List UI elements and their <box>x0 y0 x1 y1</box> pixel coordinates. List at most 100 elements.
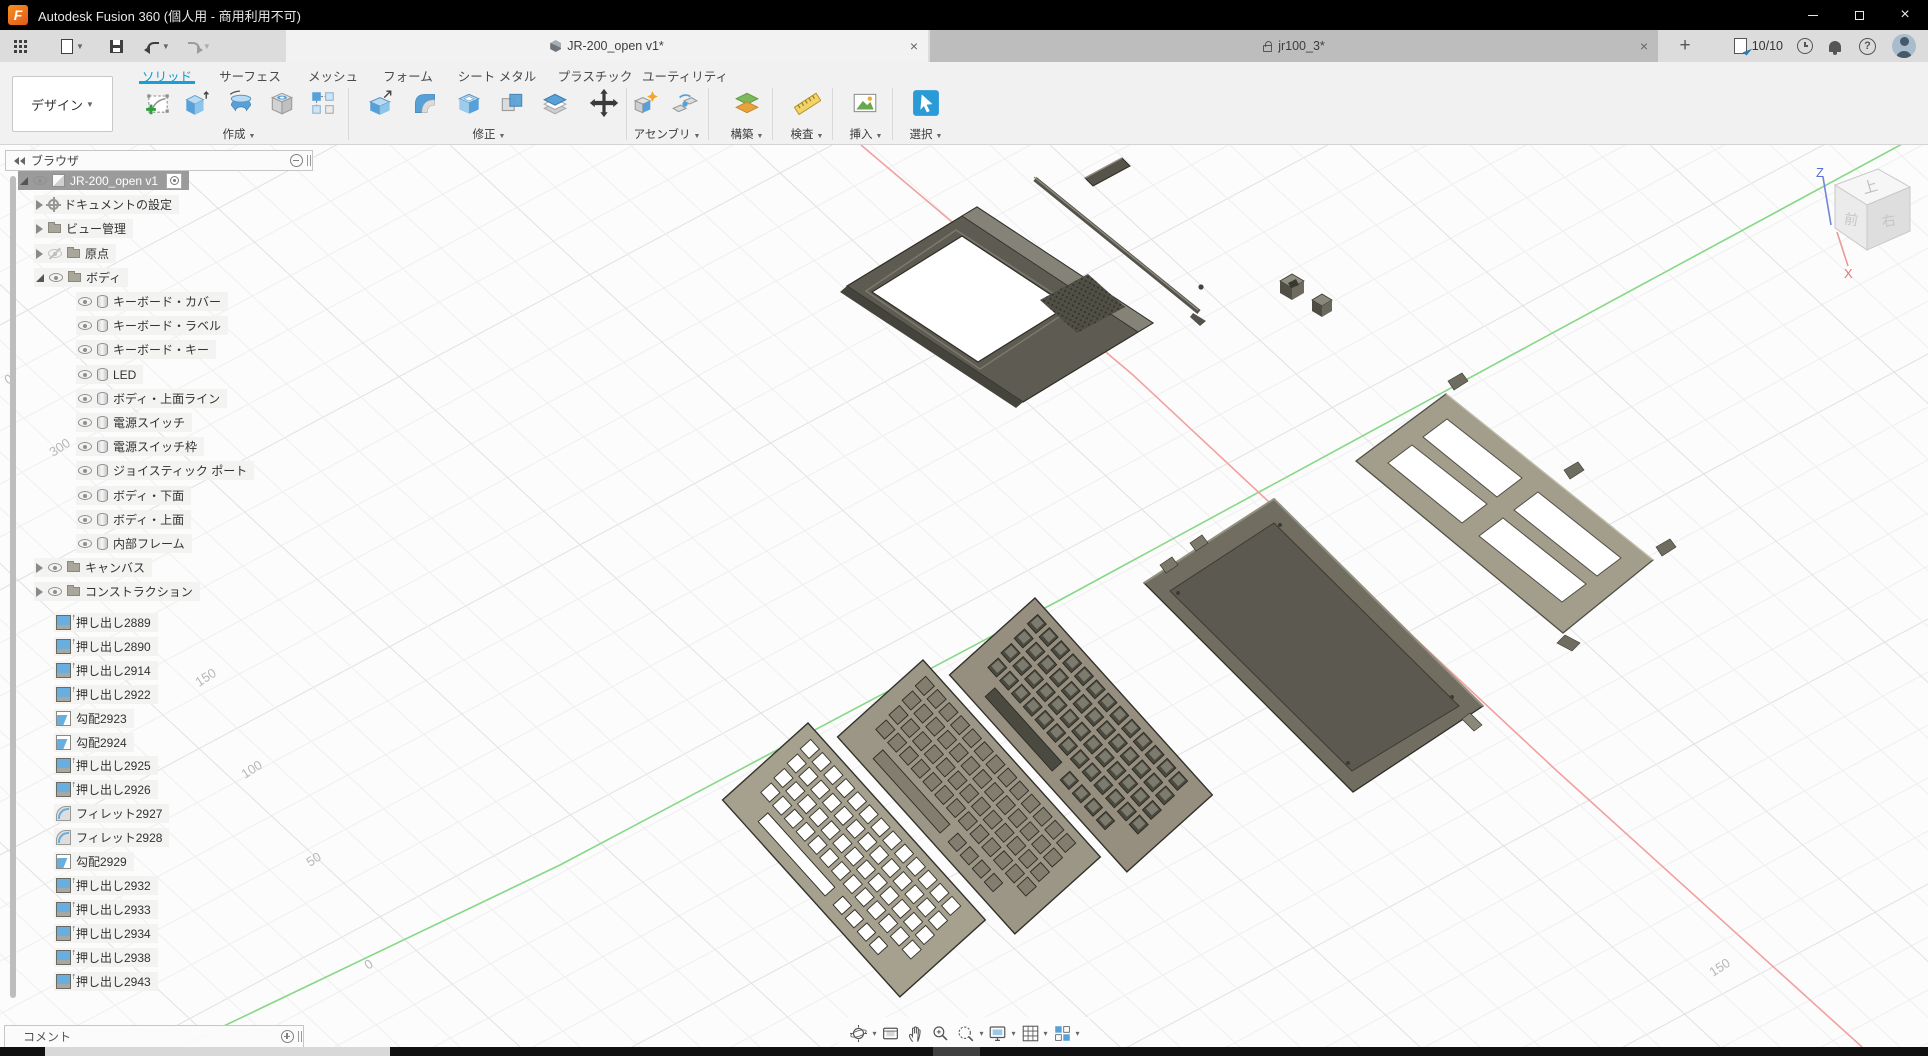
select-icon[interactable] <box>912 89 940 117</box>
panel-grip[interactable] <box>298 1031 299 1042</box>
feature-row-1[interactable]: 押し出し2890 <box>54 637 158 656</box>
collapse-panel-icon[interactable] <box>14 157 25 165</box>
move-copy-icon[interactable] <box>588 87 620 119</box>
visibility-eye-icon[interactable] <box>48 587 62 596</box>
feature-row-6[interactable]: 押し出し2925 <box>54 756 158 775</box>
visibility-eye-icon[interactable] <box>49 273 63 282</box>
insert-icon[interactable] <box>851 89 879 117</box>
tree-row-jr-200_open-v1[interactable]: JR-200_open v1 <box>18 171 189 190</box>
tree-row--[interactable]: 電源スイッチ枠 <box>76 437 204 456</box>
document-tab-0[interactable]: JR-200_open v1*× <box>286 30 928 62</box>
tree-row--[interactable]: コンストラクション <box>34 582 200 601</box>
feature-row-4[interactable]: 勾配2923 <box>54 709 134 728</box>
ribbon-tab-5[interactable]: シート メタル <box>458 66 536 85</box>
visibility-eye-icon[interactable] <box>78 515 92 524</box>
visibility-eye-icon[interactable] <box>78 370 92 379</box>
visibility-eye-icon[interactable] <box>33 176 47 185</box>
ribbon-tab-6[interactable]: プラスチック <box>558 66 633 85</box>
save-button[interactable] <box>110 40 123 53</box>
timeline-strip[interactable] <box>0 1047 1928 1056</box>
activity-clock-icon[interactable] <box>1797 38 1813 54</box>
tab-close-icon[interactable]: × <box>1640 38 1648 54</box>
inner-frame-part[interactable] <box>1356 373 1676 651</box>
feature-row-7[interactable]: 押し出し2926 <box>54 780 158 799</box>
visibility-eye-icon[interactable] <box>78 491 92 500</box>
app-grid-button[interactable] <box>14 40 27 53</box>
ribbon-tab-3[interactable]: メッシュ <box>308 66 358 85</box>
activate-component-radio[interactable] <box>166 173 182 189</box>
ribbon-group-2[interactable]: 修正▼ <box>473 126 506 142</box>
tree-row--[interactable]: キャンバス <box>34 558 152 577</box>
ribbon-group-7[interactable]: 選択▼ <box>910 126 943 142</box>
orbit-button[interactable]: ▾ <box>848 1023 876 1044</box>
ribbon-tab-4[interactable]: フォーム <box>383 66 433 85</box>
visibility-eye-icon[interactable] <box>78 442 92 451</box>
expander-open-icon[interactable] <box>36 274 44 282</box>
revolve-icon[interactable] <box>227 89 255 117</box>
feature-row-5[interactable]: 勾配2924 <box>54 733 134 752</box>
ribbon-group-4[interactable]: 構築▼ <box>731 126 764 142</box>
file-menu-button[interactable]: ▼ <box>61 39 84 54</box>
close-button[interactable]: × <box>1882 0 1928 30</box>
led-dot-part[interactable] <box>1198 284 1203 289</box>
tree-row--[interactable]: ボディ・上面ライン <box>76 389 227 408</box>
zoom-button[interactable] <box>930 1023 951 1044</box>
tree-row--[interactable]: ボディ・上面 <box>76 510 191 529</box>
notifications-bell-icon[interactable] <box>1829 41 1841 52</box>
pattern-icon[interactable] <box>309 89 337 117</box>
press-pull-icon[interactable] <box>367 89 395 117</box>
minimize-button[interactable] <box>1790 0 1836 30</box>
tree-row--[interactable]: ボディ・下面 <box>76 486 191 505</box>
expander-closed-icon[interactable] <box>36 200 43 210</box>
tree-row--[interactable]: ボディ <box>34 268 128 287</box>
tree-row--[interactable]: ビュー管理 <box>34 219 133 238</box>
feature-row-15[interactable]: 押し出し2943 <box>54 972 158 991</box>
expander-closed-icon[interactable] <box>36 587 43 597</box>
tree-row--[interactable]: 電源スイッチ <box>76 413 192 432</box>
feature-row-0[interactable]: 押し出し2889 <box>54 613 158 632</box>
small-bar-part[interactable] <box>1085 158 1130 186</box>
model-viewport[interactable]: 0300150100500150 ブラウザ JR-200_open v1ドキュメ… <box>0 145 1928 1047</box>
joint-icon[interactable] <box>671 89 699 117</box>
ribbon-tab-2[interactable]: サーフェス <box>219 66 281 85</box>
grid-settings-button[interactable]: ▾ <box>1020 1023 1048 1044</box>
tree-row--[interactable]: キーボード・カバー <box>76 292 228 311</box>
ribbon-group-6[interactable]: 挿入▼ <box>850 126 883 142</box>
feature-row-10[interactable]: 勾配2929 <box>54 852 134 871</box>
tree-row--[interactable]: ジョイスティック ポート <box>76 461 254 480</box>
visibility-eye-icon[interactable] <box>78 418 92 427</box>
tree-row--[interactable]: ドキュメントの設定 <box>34 195 179 214</box>
measure-icon[interactable] <box>793 89 821 117</box>
visibility-eye-icon[interactable] <box>78 345 92 354</box>
visibility-eye-icon[interactable] <box>48 563 62 572</box>
undo-button[interactable]: ▼ <box>147 42 170 51</box>
shell-icon[interactable] <box>455 89 483 117</box>
pan-button[interactable] <box>905 1023 926 1044</box>
comments-panel[interactable]: コメント <box>4 1025 304 1047</box>
visibility-eye-icon[interactable] <box>78 539 92 548</box>
visibility-eye-icon[interactable] <box>78 321 92 330</box>
view-cube[interactable]: 上 前 右 Z X <box>1800 155 1928 285</box>
new-component-icon[interactable] <box>632 89 660 117</box>
hole-icon[interactable] <box>268 89 296 117</box>
browser-scrollbar[interactable] <box>10 176 16 998</box>
user-avatar[interactable] <box>1892 34 1916 58</box>
ribbon-group-3[interactable]: アセンブリ▼ <box>634 126 701 142</box>
add-comment-icon[interactable] <box>281 1030 294 1043</box>
create-sketch-icon[interactable] <box>144 89 172 117</box>
tree-row--[interactable]: キーボード・ラベル <box>76 316 228 335</box>
visibility-eye-icon[interactable] <box>78 394 92 403</box>
collapse-all-icon[interactable] <box>290 154 303 167</box>
job-status[interactable]: 10/10 <box>1734 38 1783 54</box>
power-switch-part[interactable] <box>1312 294 1332 317</box>
tree-row--[interactable]: キーボード・キー <box>76 340 216 359</box>
fillet-icon[interactable] <box>411 89 439 117</box>
construction-plane-icon[interactable] <box>733 89 761 117</box>
timeline-scrubber[interactable] <box>45 1047 390 1056</box>
expander-open-icon[interactable] <box>20 177 28 185</box>
visibility-eye-icon[interactable] <box>48 249 62 258</box>
tab-close-icon[interactable]: × <box>910 38 918 54</box>
expander-closed-icon[interactable] <box>36 563 43 573</box>
feature-row-3[interactable]: 押し出し2922 <box>54 685 158 704</box>
display-settings-button[interactable]: ▾ <box>987 1023 1015 1044</box>
